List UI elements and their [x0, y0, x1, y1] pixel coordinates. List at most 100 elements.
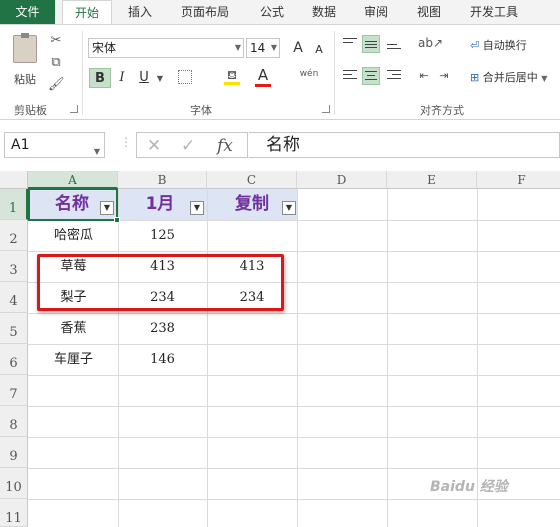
ribbon-tab-bar: 文件 开始 插入 页面布局 公式 数据 审阅 视图 开发工具	[0, 0, 560, 25]
italic-button[interactable]: I	[114, 68, 130, 88]
decrease-indent-icon[interactable]: ⇤	[416, 68, 432, 84]
merge-center-button[interactable]: ⊞ 合并后居中 ▼	[470, 69, 547, 87]
gridline	[387, 189, 388, 527]
center-align-icon[interactable]	[362, 67, 380, 85]
enter-icon[interactable]: ✓	[181, 134, 195, 158]
chevron-down-icon: ▼	[270, 43, 277, 52]
clipboard-icon	[13, 33, 37, 63]
tab-developer[interactable]: 开发工具	[460, 0, 528, 24]
chevron-down-icon: ▼	[234, 43, 241, 52]
table-cell-b2[interactable]: 125	[118, 220, 207, 251]
tab-data[interactable]: 数据	[303, 0, 345, 24]
chevron-down-icon[interactable]: ▼	[152, 71, 168, 87]
table-cell-a5[interactable]: 香蕉	[29, 313, 118, 344]
paste-button[interactable]: 粘贴	[8, 33, 42, 89]
column-header-c[interactable]: C	[207, 171, 297, 189]
row-header-7[interactable]: 7	[0, 375, 28, 406]
underline-button[interactable]: U	[136, 68, 152, 88]
middle-align-icon[interactable]	[362, 35, 380, 53]
header-cell-c1[interactable]: 复制	[228, 192, 276, 216]
spreadsheet-grid: A B C D E F 1 2 3 4 5 6 7 8 9 10 11 名称 ▼…	[0, 171, 560, 527]
table-cell-b5[interactable]: 238	[118, 313, 207, 344]
row-header-9[interactable]: 9	[0, 437, 28, 468]
tab-formulas[interactable]: 公式	[250, 0, 294, 24]
cut-icon[interactable]: ✂	[48, 33, 64, 49]
row-header-1[interactable]: 1	[0, 189, 28, 220]
group-divider	[82, 31, 83, 115]
fill-handle[interactable]	[114, 217, 120, 223]
right-align-icon[interactable]	[385, 67, 403, 85]
gridline	[297, 189, 298, 527]
cancel-icon[interactable]: ✕	[147, 134, 161, 158]
column-header-f[interactable]: F	[477, 171, 560, 189]
font-size-select[interactable]: 14 ▼	[246, 38, 280, 58]
gridline	[28, 468, 560, 469]
gridline	[28, 375, 560, 376]
font-group-label: 字体	[190, 104, 212, 117]
font-size-value: 14	[250, 41, 266, 55]
row-header-8[interactable]: 8	[0, 406, 28, 437]
formula-bar-splitter-icon[interactable]: ⋮	[120, 135, 132, 149]
formula-bar: A1 ▼ ⋮ ✕ ✓ fx 名称	[0, 130, 560, 160]
column-header-a[interactable]: A	[28, 171, 118, 189]
tab-page-layout[interactable]: 页面布局	[172, 0, 238, 24]
font-name-select[interactable]: 宋体 ▼	[88, 38, 244, 58]
table-cell-a6[interactable]: 车厘子	[29, 344, 118, 375]
bold-button[interactable]: B	[89, 68, 111, 88]
merge-center-icon: ⊞	[470, 71, 480, 84]
name-box[interactable]: A1 ▼	[4, 132, 105, 158]
row-header-2[interactable]: 2	[0, 220, 28, 251]
orientation-icon[interactable]: ab↗	[418, 35, 443, 51]
tab-file[interactable]: 文件	[0, 0, 55, 24]
header-cell-b1[interactable]: 1月	[140, 192, 180, 216]
row-header-4[interactable]: 4	[0, 282, 28, 313]
filter-dropdown-icon[interactable]: ▼	[190, 201, 204, 215]
border-icon[interactable]	[178, 70, 192, 84]
gridline	[28, 406, 560, 407]
font-launcher-icon[interactable]	[322, 105, 330, 113]
column-header-b[interactable]: B	[118, 171, 207, 189]
font-color-button[interactable]: A	[254, 66, 272, 84]
tab-insert[interactable]: 插入	[119, 0, 161, 24]
font-color-label: A	[257, 66, 269, 84]
column-header-d[interactable]: D	[297, 171, 387, 189]
fill-color-icon[interactable]: ⛾	[224, 68, 240, 85]
font-color-swatch	[255, 84, 271, 87]
select-all-corner[interactable]	[0, 171, 28, 189]
wrap-text-icon: ⏎	[470, 39, 480, 52]
clipboard-launcher-icon[interactable]	[70, 105, 78, 113]
row-header-11[interactable]: 11	[0, 499, 28, 527]
insert-function-icon[interactable]: fx	[217, 134, 233, 158]
format-painter-icon[interactable]: 🖌	[48, 77, 65, 93]
phonetic-button[interactable]: wén	[298, 66, 320, 82]
alignment-group-label: 对齐方式	[420, 104, 464, 117]
active-cell-outline	[28, 188, 118, 221]
clipboard-group-label: 剪贴板	[14, 104, 47, 117]
top-align-icon[interactable]	[341, 35, 359, 53]
row-header-3[interactable]: 3	[0, 251, 28, 282]
name-box-value: A1	[11, 137, 30, 153]
tab-view[interactable]: 视图	[408, 0, 450, 24]
shrink-font-button[interactable]: A	[312, 40, 326, 60]
wrap-text-button[interactable]: ⏎ 自动换行	[470, 37, 527, 55]
filter-dropdown-icon[interactable]: ▼	[282, 201, 296, 215]
row-header-5[interactable]: 5	[0, 313, 28, 344]
left-align-icon[interactable]	[341, 67, 359, 85]
increase-indent-icon[interactable]: ⇥	[436, 68, 452, 84]
row-header-6[interactable]: 6	[0, 344, 28, 375]
table-cell-b6[interactable]: 146	[118, 344, 207, 375]
chevron-down-icon: ▼	[93, 147, 100, 156]
chevron-down-icon: ▼	[541, 74, 548, 83]
copy-icon[interactable]: ⧉	[48, 55, 64, 71]
tab-home[interactable]: 开始	[62, 0, 112, 25]
formula-input[interactable]: 名称	[249, 132, 560, 158]
watermark-logo: Baidu 经验	[430, 479, 508, 495]
table-cell-a2[interactable]: 哈密瓜	[29, 220, 118, 251]
tab-review[interactable]: 审阅	[355, 0, 397, 24]
bottom-align-icon[interactable]	[385, 35, 403, 53]
gridline	[28, 437, 560, 438]
row-header-10[interactable]: 10	[0, 468, 28, 499]
column-header-e[interactable]: E	[387, 171, 477, 189]
grow-font-button[interactable]: A	[290, 38, 306, 58]
ribbon: 粘贴 ✂ ⧉ 🖌 剪贴板 宋体 ▼ 14 ▼ A A B I U ▼ ⛾ A w…	[0, 24, 560, 120]
